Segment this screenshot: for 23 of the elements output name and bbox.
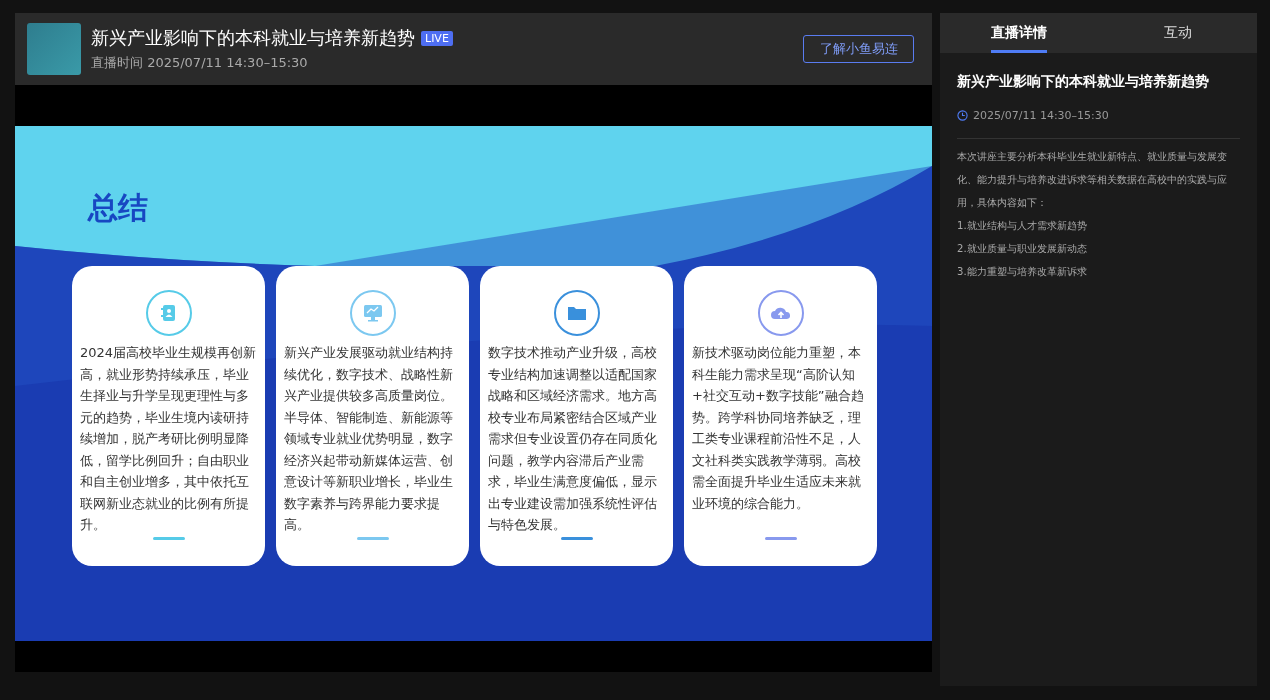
description-text: 本次讲座主要分析本科毕业生就业新特点、就业质量与发展变化、能力提升与培养改进诉求等相关数据在高校中的实践与应用，具体内容如下： bbox=[957, 150, 1228, 210]
accent-bar bbox=[356, 537, 389, 540]
thumbnail-picture bbox=[27, 23, 81, 75]
accent-bar bbox=[152, 537, 185, 540]
stream-title: 新兴产业影响下的本科就业与培养新趋势 bbox=[91, 26, 415, 50]
accent-bar bbox=[764, 537, 797, 540]
stream-time: 直播时间 2025/07/11 14:30–15:30 bbox=[91, 54, 309, 72]
clock-icon bbox=[957, 110, 968, 121]
sidebar-tab[interactable]: 互动 bbox=[1098, 13, 1257, 53]
description-text: 1.就业结构与人才需求新趋势 bbox=[957, 219, 1088, 233]
card-text: 新技术驱动岗位能力重塑，本科生能力需求呈现“高阶认知+社交互动+数字技能”融合趋势。跨学科协同培养缺乏，理工类专业课程前沿性不足，人文社科类实践教学薄弱。高校需全面提升毕业生适应未来就业环境的综合能力。 bbox=[692, 344, 865, 513]
sidebar-tab[interactable]: 直播详情 bbox=[940, 13, 1099, 53]
detail-time: 2025/07/11 14:30–15:30 bbox=[973, 109, 1109, 122]
detail-title: 新兴产业影响下的本科就业与培养新趋势 bbox=[957, 73, 1210, 91]
card-text: 新兴产业发展驱动就业结构持续优化，数字技术、战略性新兴产业提供较多高质量岗位。半导体、智能制造、新能源等领域专业就业优势明显，数字经济兴起带动新媒体运营、创意设计等新职业增长，毕业生数字素养与跨界能力要求提高。 bbox=[284, 344, 454, 534]
learn-more-button[interactable]: 了解小鱼易连 bbox=[803, 35, 914, 63]
accent-bar bbox=[560, 537, 593, 540]
slide-title: 总结 bbox=[88, 190, 148, 226]
card-text: 2024届高校毕业生规模再创新高，就业形势持续承压，毕业生择业与升学呈现更理性与多元的趋势，毕业生境内读研持续增加，脱产考研比例明显降低，留学比例回升；自由职业和自主创业增多，其中依托互联网新业态就业的比例有所提升。 bbox=[80, 344, 257, 534]
description-text: 2.就业质量与职业发展新动态 bbox=[957, 242, 1088, 256]
live-badge: LIVE bbox=[421, 30, 453, 46]
card-text: 数字技术推动产业升级，高校专业结构加速调整以适配国家战略和区域经济需求。地方高校专业布局紧密结合区域产业需求但专业设置仍存在同质化问题，教学内容滞后产业需求，毕业生满意度偏低，显示出专业建设需加强系统性评估与特色发展。 bbox=[488, 344, 658, 534]
description-text: 3.能力重塑与培养改革新诉求 bbox=[957, 265, 1088, 279]
